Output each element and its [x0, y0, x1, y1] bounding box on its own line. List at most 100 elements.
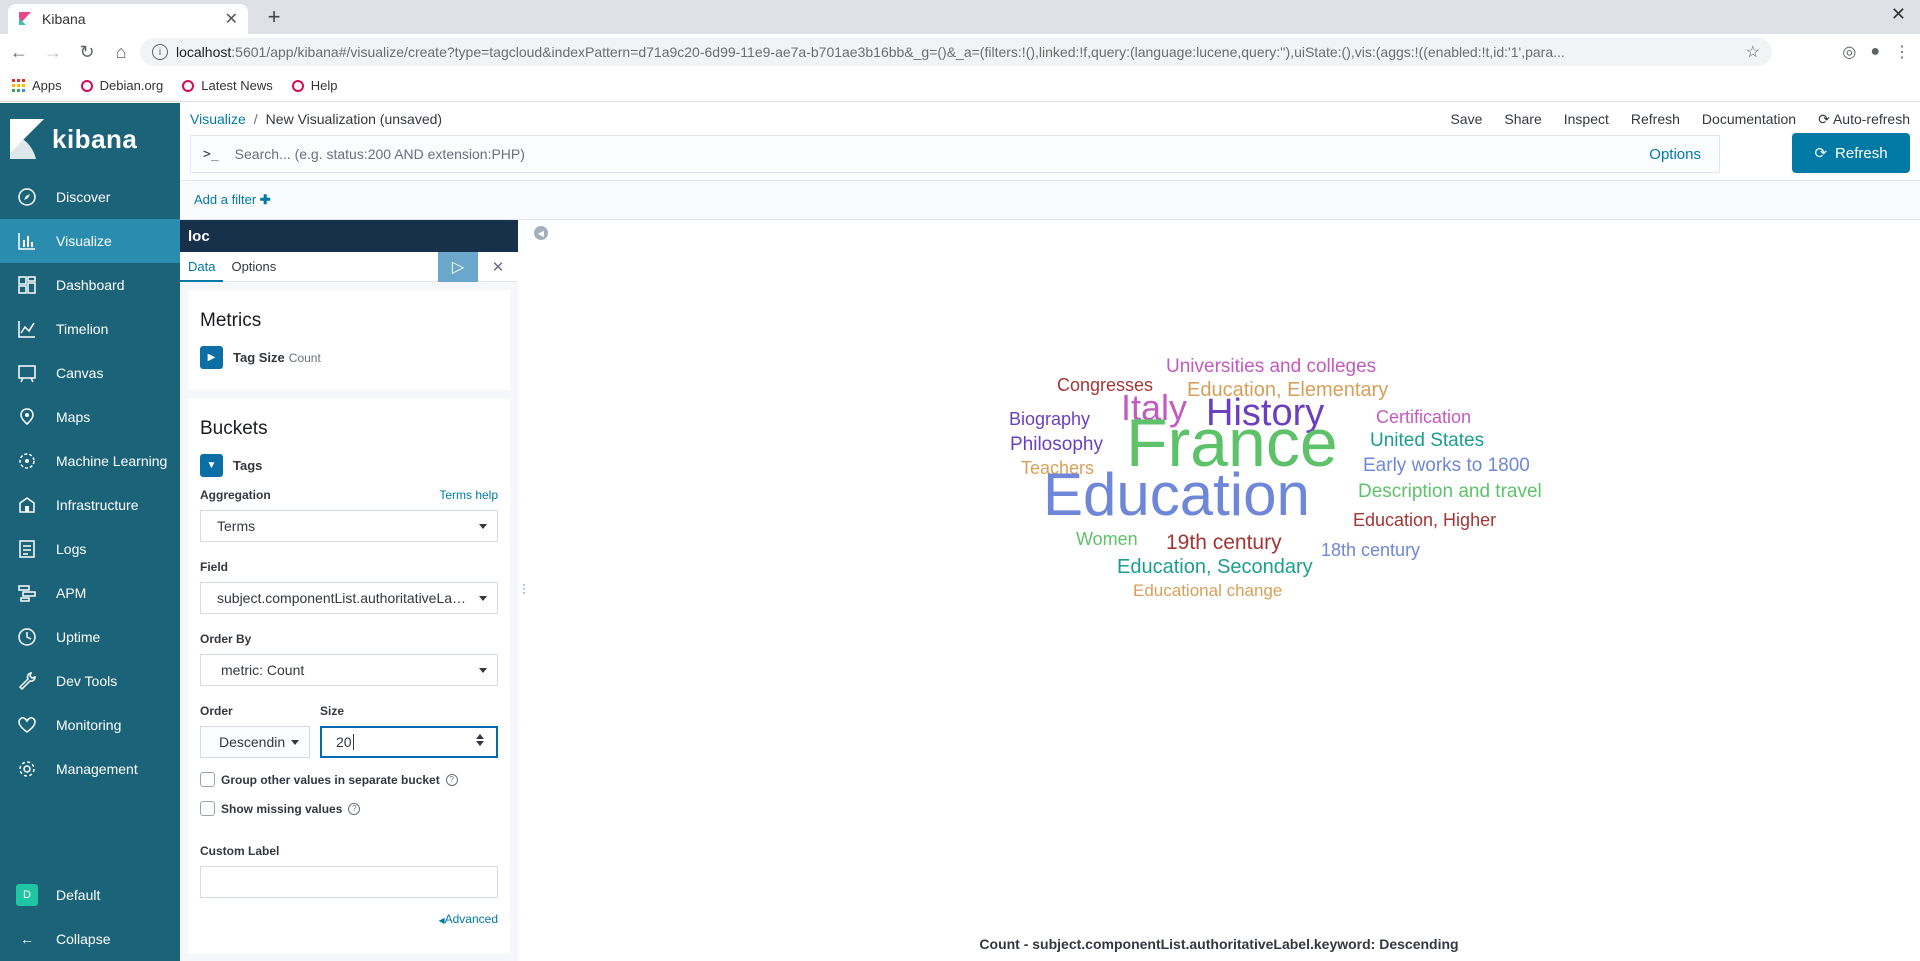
- sidebar-item-discover[interactable]: Discover: [0, 175, 180, 219]
- tag-cloud-word[interactable]: Education: [1043, 465, 1310, 525]
- tab-data[interactable]: Data: [180, 252, 224, 282]
- size-stepper[interactable]: [476, 734, 484, 746]
- tag-cloud-word[interactable]: United States: [1370, 431, 1484, 450]
- order-select[interactable]: Descending: [200, 726, 310, 758]
- documentation-link[interactable]: Documentation: [1702, 111, 1796, 127]
- bookmark-apps[interactable]: Apps: [12, 78, 62, 93]
- sidebar-item-label: Monitoring: [56, 717, 122, 733]
- new-tab-button[interactable]: +: [260, 4, 288, 32]
- sidebar-item-monitoring[interactable]: Monitoring: [0, 703, 180, 747]
- bookmark-debian[interactable]: Debian.org: [80, 78, 163, 93]
- tag-cloud-word[interactable]: 18th century: [1321, 541, 1420, 559]
- window-close-icon[interactable]: ✕: [1891, 4, 1906, 25]
- sidebar-item-dashboard[interactable]: Dashboard: [0, 263, 180, 307]
- metric-label: Tag Size Count: [233, 350, 321, 365]
- sidebar-item-dev-tools[interactable]: Dev Tools: [0, 659, 180, 703]
- back-arrow-icon[interactable]: ←: [4, 37, 34, 67]
- tag-cloud-word[interactable]: 19th century: [1166, 532, 1282, 553]
- tag-cloud-word[interactable]: Educational change: [1133, 582, 1282, 599]
- url-omnibox[interactable]: i localhost:5601/app/kibana#/visualize/c…: [140, 38, 1772, 66]
- sidebar-item-uptime[interactable]: Uptime: [0, 615, 180, 659]
- collapse-bucket-button[interactable]: ▼: [200, 454, 223, 477]
- help-question-icon[interactable]: ?: [348, 802, 361, 815]
- sidebar-item-logs[interactable]: Logs: [0, 527, 180, 571]
- advanced-toggle-link[interactable]: ◀Advanced: [438, 912, 498, 926]
- refresh-button[interactable]: ⟳ Refresh: [1792, 133, 1910, 173]
- tag-cloud-word[interactable]: Philosophy: [1010, 435, 1103, 454]
- tag-cloud-word[interactable]: Biography: [1009, 410, 1090, 428]
- sidebar-item-label: Discover: [56, 189, 111, 205]
- collapse-nav-button[interactable]: ← Collapse: [0, 917, 180, 961]
- breadcrumb-visualize-link[interactable]: Visualize: [190, 111, 246, 127]
- space-selector[interactable]: D Default: [0, 873, 180, 917]
- buckets-heading: Buckets: [200, 418, 268, 439]
- query-options-link[interactable]: Options: [1649, 146, 1701, 163]
- field-select[interactable]: subject.componentList.authoritativeLabel…: [200, 582, 498, 614]
- save-button[interactable]: Save: [1450, 111, 1482, 127]
- debian-swirl-icon: [291, 79, 305, 93]
- forward-arrow-icon[interactable]: →: [38, 37, 68, 67]
- sidebar-item-label: APM: [56, 585, 87, 601]
- sidebar-item-infrastructure[interactable]: Infrastructure: [0, 483, 180, 527]
- tag-cloud-word[interactable]: Education, Higher: [1353, 511, 1496, 529]
- add-filter-link[interactable]: Add a filter ✚: [194, 192, 271, 208]
- bookmark-latest-news[interactable]: Latest News: [181, 78, 273, 93]
- sidebar-item-management[interactable]: Management: [0, 747, 180, 791]
- custom-label-input[interactable]: [200, 866, 498, 898]
- tag-cloud-word[interactable]: Description and travel: [1358, 482, 1542, 501]
- tag-cloud-word[interactable]: Education, Secondary: [1117, 557, 1313, 577]
- breadcrumb: Visualize / New Visualization (unsaved) …: [180, 103, 1920, 135]
- debian-swirl-icon: [181, 79, 195, 93]
- bookmark-star-icon[interactable]: ☆: [1746, 42, 1760, 62]
- resize-handle[interactable]: · · ·: [522, 578, 526, 598]
- index-pattern-title: loc: [180, 220, 518, 252]
- sidebar-item-maps[interactable]: Maps: [0, 395, 180, 439]
- terms-help-link[interactable]: Terms help: [439, 488, 498, 502]
- order-by-select[interactable]: metric: Count: [200, 654, 498, 686]
- tag-cloud-word[interactable]: Certification: [1376, 408, 1471, 426]
- tag-cloud-word[interactable]: Women: [1076, 530, 1138, 548]
- sidebar-item-visualize[interactable]: Visualize: [0, 219, 180, 263]
- help-question-icon[interactable]: ?: [445, 773, 458, 786]
- visualization-area: ◀ · · · Universities and colleges Congresse…: [518, 220, 1920, 961]
- editor-tabs: Data Options ▷ ✕: [180, 252, 518, 282]
- order-by-label: Order By: [200, 632, 252, 646]
- refresh-menu-button[interactable]: Refresh: [1631, 111, 1680, 127]
- inspect-button[interactable]: Inspect: [1564, 111, 1609, 127]
- aggregation-select[interactable]: Terms: [200, 510, 498, 542]
- sidebar-item-apm[interactable]: APM: [0, 571, 180, 615]
- tag-cloud-word[interactable]: Early works to 1800: [1363, 456, 1530, 475]
- bookmarks-bar: Apps Debian.org Latest News Help: [0, 70, 1920, 102]
- collapse-sidebar-icon[interactable]: ◀: [534, 226, 548, 240]
- size-input[interactable]: 20: [320, 726, 498, 758]
- site-info-icon[interactable]: i: [152, 44, 168, 60]
- field-label: Field: [200, 560, 229, 574]
- profile-icon[interactable]: ●: [1870, 43, 1880, 61]
- search-input[interactable]: [234, 146, 1650, 162]
- browser-tab[interactable]: Kibana ✕: [8, 4, 248, 34]
- home-icon[interactable]: ⌂: [106, 37, 136, 67]
- discard-changes-button[interactable]: ✕: [482, 252, 514, 282]
- reload-icon[interactable]: ↻: [72, 37, 102, 67]
- expand-metric-button[interactable]: ▶: [200, 346, 223, 369]
- tab-close-icon[interactable]: ✕: [225, 9, 238, 29]
- tag-cloud-word[interactable]: Universities and colleges: [1166, 357, 1376, 376]
- sidebar-item-machine-learning[interactable]: Machine Learning: [0, 439, 180, 483]
- browser-menu-icon[interactable]: ⋮: [1894, 42, 1910, 62]
- space-label: Default: [56, 887, 101, 903]
- sidebar-item-label: Management: [56, 761, 138, 777]
- show-missing-checkbox[interactable]: [200, 801, 215, 816]
- apply-changes-button[interactable]: ▷: [438, 252, 478, 282]
- sidebar-item-timelion[interactable]: Timelion: [0, 307, 180, 351]
- compass-icon: [16, 186, 38, 208]
- group-other-checkbox[interactable]: [200, 772, 215, 787]
- sidebar-item-canvas[interactable]: Canvas: [0, 351, 180, 395]
- refresh-button-label: Refresh: [1835, 144, 1888, 162]
- auto-refresh-button[interactable]: ⟳ Auto-refresh: [1818, 111, 1910, 128]
- timelion-icon: [16, 318, 38, 340]
- share-button[interactable]: Share: [1504, 111, 1541, 127]
- bookmark-help[interactable]: Help: [291, 78, 338, 93]
- kibana-logo[interactable]: kibana: [0, 103, 180, 175]
- tab-options[interactable]: Options: [223, 252, 284, 282]
- extension-icon[interactable]: ◎: [1842, 42, 1856, 62]
